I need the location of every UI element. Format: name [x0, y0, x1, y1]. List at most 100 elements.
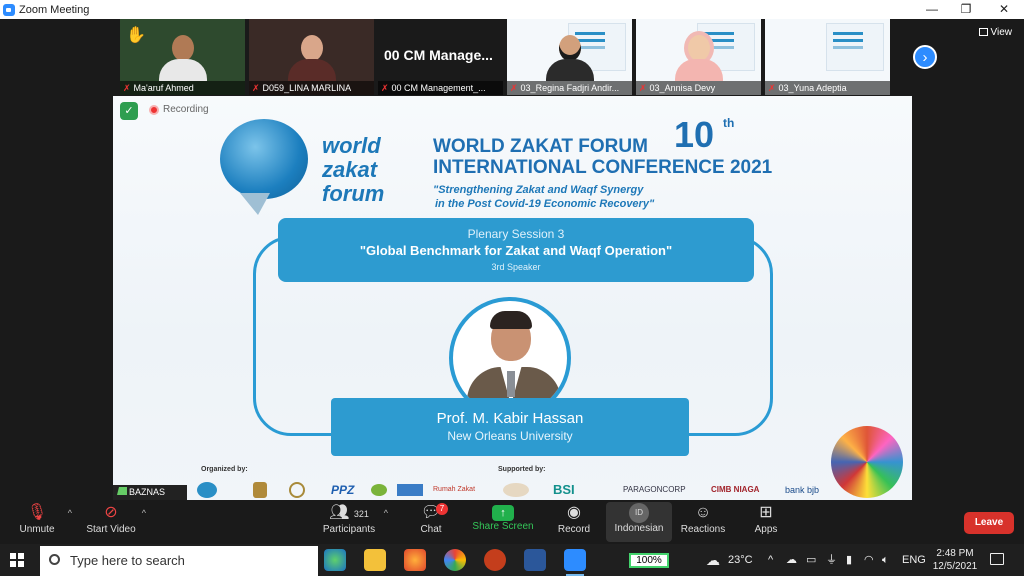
participant-video	[674, 35, 723, 81]
volume-icon[interactable]: 🔈︎	[882, 544, 889, 576]
shared-screen: ✓ Recording world zakat forum WORLD ZAKA…	[113, 96, 912, 500]
start-video-button[interactable]: ⊘ ^ Start Video	[78, 502, 146, 535]
chat-unread-badge: 7	[436, 503, 448, 515]
zoom-level-indicator[interactable]: 100%	[629, 553, 669, 568]
sponsor-logo: PPZ	[331, 483, 355, 497]
taskbar-search-box[interactable]: Type here to search	[40, 546, 318, 576]
share-screen-button[interactable]: ↑ Share Screen	[470, 502, 536, 532]
temperature-label[interactable]: 23°C	[728, 544, 753, 576]
input-language[interactable]: ENG	[902, 544, 926, 576]
weather-cloud-icon[interactable]: ☁︎	[706, 544, 720, 576]
speaker-order: 3rd Speaker	[491, 262, 541, 272]
onedrive-icon[interactable]: ☁︎	[786, 544, 797, 576]
meeting-stage: ✋ ✗ Ma'aruf Ahmed ✗ D059_LINA MARLINA 00 C…	[0, 19, 1024, 500]
device-icon[interactable]: ▭	[806, 544, 816, 576]
record-icon: ◉	[567, 504, 581, 521]
signal-bars-icon	[117, 487, 127, 495]
participant-name: ✗ 03_Regina Fadjri Andir...	[507, 81, 632, 95]
system-clock[interactable]: 2:48 PM 12/5/2021	[930, 547, 980, 573]
word-icon[interactable]	[524, 549, 546, 571]
usb-icon[interactable]: ⏚	[826, 544, 837, 576]
active-speaker-label: BAZNAS	[113, 485, 187, 500]
participant-video	[158, 35, 207, 81]
security-shield-icon[interactable]: ✓	[120, 102, 138, 120]
mic-muted-icon: ✗	[381, 83, 389, 93]
windows-taskbar: Type here to search 100% ☁︎ 23°C ^ ☁︎ ▭ …	[0, 544, 1024, 576]
apps-button[interactable]: ⊞ Apps	[733, 502, 799, 535]
windows-start-icon[interactable]	[10, 553, 24, 567]
chevron-up-icon[interactable]: ^	[384, 508, 388, 518]
record-button[interactable]: ◉ Record	[541, 502, 607, 535]
zoom-logo-icon	[3, 3, 15, 16]
participant-name: ✗ 03_Yuna Adeptia	[765, 81, 890, 95]
participant-tile[interactable]: ✗ 03_Yuna Adeptia	[765, 19, 890, 95]
firefox-icon[interactable]	[404, 549, 426, 571]
participant-name: ✗ Ma'aruf Ahmed	[120, 81, 245, 95]
recording-icon	[149, 104, 159, 115]
mic-muted-icon: ✗	[768, 83, 776, 93]
participant-tile[interactable]: ✗ 03_Regina Fadjri Andir...	[507, 19, 632, 95]
wzf-logo-text: world zakat forum	[322, 133, 385, 206]
language-interpretation-button[interactable]: ID Indonesian	[606, 502, 672, 542]
apps-icon: ⊞	[759, 504, 773, 521]
participant-name: ✗ 00 CM Management_...	[378, 81, 503, 95]
supported-by-label: Supported by:	[498, 466, 546, 473]
file-explorer-icon[interactable]	[364, 549, 386, 571]
speaker-affiliation: New Orleans University	[447, 429, 573, 443]
minimize-button[interactable]: —	[914, 0, 950, 19]
wifi-icon[interactable]: ◠	[864, 544, 874, 576]
mic-muted-icon: ✗	[639, 83, 647, 93]
video-off-icon: ⊘	[104, 504, 118, 521]
conference-tagline-line2: in the Post Covid-19 Economic Recovery"	[435, 198, 655, 210]
window-title: Zoom Meeting	[19, 3, 90, 16]
organized-by-label: Organized by:	[201, 466, 248, 473]
chrome-icon[interactable]	[444, 549, 466, 571]
seal-logo	[289, 482, 305, 498]
participant-tile[interactable]: ✗ 03_Annisa Devy	[636, 19, 761, 95]
session-banner: Plenary Session 3 "Global Benchmark for …	[278, 218, 754, 282]
view-button[interactable]: View	[978, 27, 1012, 38]
participant-name: ✗ 03_Annisa Devy	[636, 81, 761, 95]
chat-button[interactable]: 💬︎ 7 Chat	[398, 502, 464, 535]
wzf-globe-logo	[220, 119, 308, 199]
unmute-button[interactable]: 🎙︎ ^ Unmute	[4, 502, 72, 535]
flag-globe-image	[831, 426, 903, 498]
grid-view-icon	[978, 28, 988, 36]
smiley-plus-icon: ☺︎	[694, 504, 712, 521]
participants-icon: 👥︎ 321	[329, 504, 369, 521]
chat-icon: 💬︎	[420, 504, 442, 521]
next-page-button[interactable]: ›	[913, 45, 937, 69]
tray-chevron-icon[interactable]: ^	[768, 544, 773, 576]
green-logo	[371, 484, 387, 496]
conference-edition-suffix: th	[723, 116, 735, 130]
chevron-up-icon[interactable]: ^	[68, 508, 72, 518]
close-button[interactable]: ✕	[986, 0, 1022, 19]
sponsor-logos: PPZ Rumah Zakat BSI PARAGONCORP CIMB NIA…	[113, 480, 833, 500]
participant-tile[interactable]: ✗ D059_LINA MARLINA	[249, 19, 374, 95]
participant-name: ✗ D059_LINA MARLINA	[249, 81, 374, 95]
recording-indicator[interactable]: Recording	[149, 104, 209, 115]
search-icon	[49, 554, 60, 565]
mic-muted-icon: ✗	[123, 83, 131, 93]
edge-icon[interactable]	[324, 549, 346, 571]
restore-button[interactable]: ❐	[948, 0, 984, 19]
window-titlebar: Zoom Meeting — ❐ ✕	[0, 0, 1024, 19]
reactions-button[interactable]: ☺︎ Reactions	[670, 502, 736, 535]
session-number: Plenary Session 3	[467, 227, 565, 241]
participant-tile[interactable]: 00 CM Manage... ✗ 00 CM Management_...	[378, 19, 503, 95]
share-arrow-icon: ↑	[492, 505, 514, 521]
notification-icon[interactable]	[990, 553, 1004, 565]
participants-count: 321	[353, 509, 369, 519]
powerpoint-icon[interactable]	[484, 549, 506, 571]
zoom-taskbar-icon[interactable]	[564, 549, 586, 576]
conference-edition-number: 10	[674, 114, 715, 155]
leave-button[interactable]: Leave	[964, 512, 1014, 534]
sponsor-logo: BSI	[553, 482, 575, 497]
sponsor-logo: bank bjb	[785, 485, 820, 495]
participant-tile[interactable]: ✋ ✗ Ma'aruf Ahmed	[120, 19, 245, 95]
chevron-up-icon[interactable]: ^	[142, 508, 146, 518]
clock-time: 2:48 PM	[936, 548, 974, 559]
participant-strip: ✋ ✗ Ma'aruf Ahmed ✗ D059_LINA MARLINA 00 C…	[120, 19, 890, 95]
participants-button[interactable]: 👥︎ 321 ^ Participants	[316, 502, 388, 535]
battery-icon[interactable]: ▮	[846, 544, 852, 576]
